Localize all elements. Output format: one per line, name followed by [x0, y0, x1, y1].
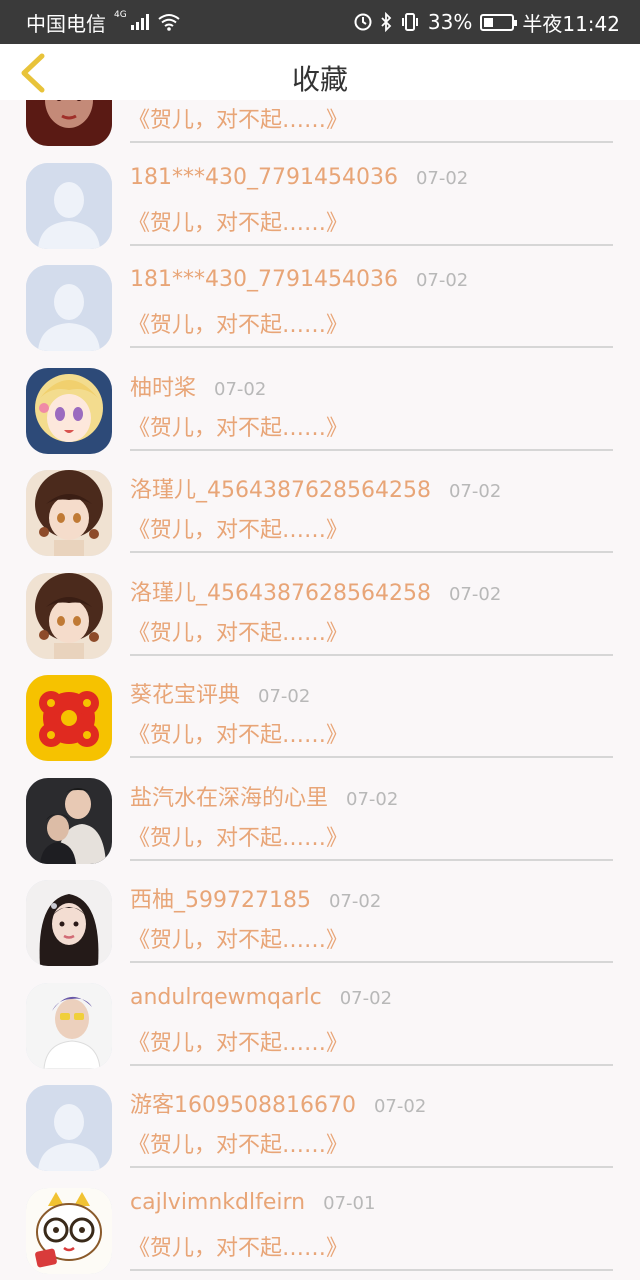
avatar[interactable]	[26, 100, 112, 146]
favorites-list-inner: 《贺儿，对不起……》 181***430_7791454036 07-02 《贺儿，对…	[0, 100, 640, 1274]
list-item[interactable]: 西柚_599727185 07-02 《贺儿，对不起……》	[0, 863, 640, 966]
list-item-title: 洛瑾儿_4564387628564258 07-02	[130, 472, 501, 504]
item-date: 07-02	[448, 481, 502, 502]
favorites-list[interactable]: 《贺儿，对不起……》 181***430_7791454036 07-02 《贺儿，对…	[0, 100, 640, 1280]
item-date: 07-02	[328, 891, 382, 912]
divider	[130, 1166, 613, 1168]
list-item-title: 柚时桨 07-02	[130, 370, 266, 402]
book-title: 《贺儿，对不起……》	[128, 313, 349, 338]
divider	[130, 1268, 613, 1271]
item-date: 07-02	[258, 686, 311, 707]
list-item[interactable]: 《贺儿，对不起……》	[0, 100, 640, 146]
list-item[interactable]: 洛瑾儿_4564387628564258 07-02 《贺儿，对不起……》	[0, 556, 640, 659]
divider	[130, 346, 613, 348]
avatar[interactable]	[26, 777, 112, 864]
divider	[130, 756, 613, 758]
avatar[interactable]	[26, 1187, 112, 1274]
list-item[interactable]: 盐汽水在深海的心里 07-02 《贺儿，对不起……》	[0, 761, 640, 864]
list-item[interactable]: andulrqewmqarlc 07-02 《贺儿，对不起……》	[0, 966, 640, 1069]
vibrate-icon	[400, 12, 420, 32]
book-title: 《贺儿，对不起……》	[128, 210, 349, 236]
user-name: 盐汽水在深海的心里	[130, 785, 329, 811]
status-bar: 中国电信 4G 33% 半夜11:42	[0, 0, 640, 44]
list-item[interactable]: cajlvimnkdlfeirn 07-01 《贺儿，对不起……》	[0, 1171, 640, 1274]
book-title: 《贺儿，对不起……》	[128, 723, 349, 748]
avatar[interactable]	[26, 880, 112, 966]
list-item[interactable]: 181***430_7791454036 07-02 《贺儿，对不起……》	[0, 248, 640, 351]
list-item[interactable]: 游客1609508816670 07-02 《贺儿，对不起……》	[0, 1068, 640, 1171]
divider	[130, 243, 613, 246]
battery-icon	[480, 13, 518, 31]
signal-icon	[130, 14, 149, 30]
book-title: 《贺儿，对不起……》	[128, 1133, 349, 1158]
avatar[interactable]	[26, 470, 112, 556]
item-date: 07-02	[415, 270, 469, 291]
book-title: 《贺儿，对不起……》	[128, 1235, 349, 1261]
user-name: 西柚_599727185	[130, 888, 311, 913]
book-title: 《贺儿，对不起……》	[128, 825, 349, 851]
user-name: 洛瑾儿_4564387628564258	[130, 478, 431, 503]
avatar[interactable]	[26, 675, 112, 761]
item-date: 07-02	[214, 378, 267, 400]
book-title: 《贺儿，对不起……》	[128, 1030, 349, 1056]
user-name: cajlvimnkdlfeirn	[130, 1189, 306, 1215]
divider	[130, 551, 613, 553]
user-name: 葵花宝评典	[130, 683, 241, 708]
list-item[interactable]: 柚时桨 07-02 《贺儿，对不起……》	[0, 351, 640, 454]
user-name: 181***430_7791454036	[130, 164, 398, 190]
divider	[130, 961, 613, 963]
clock-time: 半夜11:42	[522, 11, 620, 36]
user-name: 洛瑾儿_4564387628564258	[130, 580, 431, 606]
book-title: 《贺儿，对不起……》	[128, 415, 349, 441]
book-title: 《贺儿，对不起……》	[128, 620, 349, 646]
carrier-label: 中国电信	[26, 11, 106, 36]
header: 收藏	[0, 44, 640, 100]
avatar[interactable]	[26, 162, 112, 249]
list-item-title: 181***430_7791454036 07-02	[130, 267, 468, 292]
list-item-title: andulrqewmqarlc 07-02	[130, 985, 392, 1010]
avatar[interactable]	[26, 367, 112, 454]
divider	[130, 858, 613, 861]
list-item-title: 西柚_599727185 07-02	[130, 882, 381, 914]
alarm-icon	[354, 13, 372, 31]
network-type-label: 4G	[114, 10, 127, 20]
list-item-title: cajlvimnkdlfeirn 07-01	[130, 1190, 375, 1215]
list-item-title: 洛瑾儿_4564387628564258 07-02	[130, 575, 501, 607]
item-date: 07-02	[346, 788, 399, 810]
book-title: 《贺儿，对不起……》	[128, 518, 349, 543]
divider	[130, 448, 613, 451]
book-title: 《贺儿，对不起……》	[128, 108, 349, 133]
book-title: 《贺儿，对不起……》	[128, 928, 349, 953]
divider	[130, 1063, 613, 1066]
list-item-title: 游客1609508816670 07-02	[130, 1087, 426, 1119]
bluetooth-icon	[380, 12, 392, 32]
avatar[interactable]	[26, 982, 112, 1069]
list-item[interactable]: 洛瑾儿_4564387628564258 07-02 《贺儿，对不起……》	[0, 453, 640, 556]
list-item-title: 盐汽水在深海的心里 07-02	[130, 780, 398, 812]
user-name: 柚时桨	[130, 375, 197, 401]
avatar[interactable]	[26, 265, 112, 351]
list-item-title: 181***430_7791454036 07-02	[130, 165, 468, 190]
list-item[interactable]: 181***430_7791454036 07-02 《贺儿，对不起……》	[0, 146, 640, 249]
divider	[130, 653, 613, 656]
user-name: 181***430_7791454036	[130, 267, 398, 292]
user-name: andulrqewmqarlc	[130, 984, 322, 1010]
divider	[130, 141, 613, 143]
wifi-icon	[157, 13, 181, 31]
list-item[interactable]: 葵花宝评典 07-02 《贺儿，对不起……》	[0, 658, 640, 761]
avatar[interactable]	[26, 1085, 112, 1171]
item-date: 07-02	[373, 1096, 427, 1117]
item-date: 07-02	[448, 583, 502, 605]
battery-percent: 33%	[427, 10, 473, 34]
user-name: 游客1609508816670	[130, 1093, 356, 1118]
list-item-title: 葵花宝评典 07-02	[130, 677, 310, 709]
avatar[interactable]	[26, 572, 112, 659]
item-date: 07-02	[339, 987, 393, 1009]
item-date: 07-01	[323, 1192, 376, 1214]
status-right: 33% 半夜11:42	[354, 8, 620, 37]
status-left: 中国电信 4G	[26, 8, 181, 37]
item-date: 07-02	[415, 167, 469, 189]
page-title: 收藏	[291, 63, 348, 96]
